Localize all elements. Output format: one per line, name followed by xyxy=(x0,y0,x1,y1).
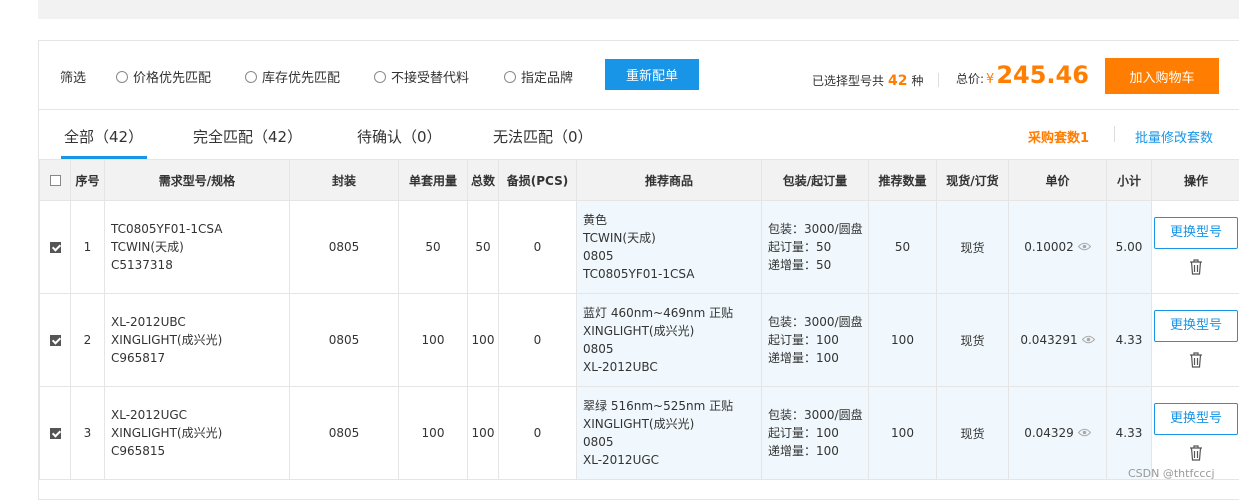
tab-pending[interactable]: 待确认（0） xyxy=(357,126,442,147)
row-spare: 0 xyxy=(499,294,577,387)
col-subtotal: 小计 xyxy=(1107,160,1152,201)
row-per-set: 100 xyxy=(399,294,468,387)
radio-specified-brand[interactable]: 指定品牌 xyxy=(504,67,573,86)
table-header: 序号 需求型号/规格 封装 单套用量 总数 备损(PCS) 推荐商品 包装/起订… xyxy=(40,160,1239,201)
eye-icon[interactable] xyxy=(1078,240,1091,254)
row-product: 黄色TCWIN(天成)0805TC0805YF01-1CSA xyxy=(577,201,762,294)
radio-circle-icon xyxy=(504,71,516,83)
row-price: 0.10002 xyxy=(1009,201,1107,294)
bom-table: 序号 需求型号/规格 封装 单套用量 总数 备损(PCS) 推荐商品 包装/起订… xyxy=(39,159,1239,480)
row-index: 2 xyxy=(71,294,105,387)
row-rec-qty: 100 xyxy=(869,387,937,480)
row-actions: 更换型号 xyxy=(1152,387,1239,480)
row-subtotal: 4.33 xyxy=(1107,294,1152,387)
row-subtotal: 5.00 xyxy=(1107,201,1152,294)
change-model-button[interactable]: 更换型号 xyxy=(1154,403,1238,435)
trash-icon[interactable] xyxy=(1189,445,1203,464)
col-spare: 备损(PCS) xyxy=(499,160,577,201)
row-stock: 现货 xyxy=(937,294,1009,387)
row-packing: 包装：3000/圆盘起订量：50递增量：50 xyxy=(762,201,869,294)
row-price: 0.04329 xyxy=(1009,387,1107,480)
filter-bar: 筛选 价格优先匹配 库存优先匹配 不接受替代料 指定品牌 重新配单 已选择型号共… xyxy=(39,41,1239,110)
row-product: 翠绿 516nm~525nm 正贴XINGLIGHT(成兴光)0805XL-20… xyxy=(577,387,762,480)
row-index: 1 xyxy=(71,201,105,294)
col-total: 总数 xyxy=(468,160,499,201)
radio-circle-icon xyxy=(116,71,128,83)
row-spare: 0 xyxy=(499,201,577,294)
col-package: 封装 xyxy=(290,160,399,201)
rematch-button[interactable]: 重新配单 xyxy=(605,59,699,90)
row-checkbox[interactable] xyxy=(50,428,61,439)
total-price: 总价: ¥ 245.46 xyxy=(956,61,1089,89)
radio-circle-icon xyxy=(374,71,386,83)
filter-label: 筛选 xyxy=(60,67,86,86)
match-tabs: 全部（42） 完全匹配（42） 待确认（0） 无法匹配（0） 采购套数1 批量修… xyxy=(39,109,1239,159)
bom-panel: 筛选 价格优先匹配 库存优先匹配 不接受替代料 指定品牌 重新配单 已选择型号共… xyxy=(38,40,1239,500)
row-checkbox[interactable] xyxy=(50,335,61,346)
row-per-set: 100 xyxy=(399,387,468,480)
divider xyxy=(1114,126,1115,142)
col-stock: 现货/订货 xyxy=(937,160,1009,201)
batch-edit-sets-link[interactable]: 批量修改套数 xyxy=(1135,127,1213,146)
tab-all[interactable]: 全部（42） xyxy=(64,126,143,147)
row-spec: XL-2012UBCXINGLIGHT(成兴光)C965817 xyxy=(105,294,290,387)
row-rec-qty: 100 xyxy=(869,294,937,387)
change-model-button[interactable]: 更换型号 xyxy=(1154,310,1238,342)
divider xyxy=(938,73,939,87)
tab-no-match[interactable]: 无法匹配（0） xyxy=(493,126,593,147)
radio-stock-priority[interactable]: 库存优先匹配 xyxy=(245,67,340,86)
radio-no-substitute[interactable]: 不接受替代料 xyxy=(374,67,469,86)
col-product: 推荐商品 xyxy=(577,160,762,201)
row-packing: 包装：3000/圆盘起订量：100递增量：100 xyxy=(762,294,869,387)
eye-icon[interactable] xyxy=(1078,426,1091,440)
tab-exact-match[interactable]: 完全匹配（42） xyxy=(193,126,302,147)
radio-circle-icon xyxy=(245,71,257,83)
row-total: 50 xyxy=(468,201,499,294)
row-stock: 现货 xyxy=(937,201,1009,294)
trash-icon[interactable] xyxy=(1189,259,1203,278)
col-action: 操作 xyxy=(1152,160,1239,201)
row-total: 100 xyxy=(468,294,499,387)
watermark: CSDN @thtfcccj xyxy=(1128,467,1215,480)
row-price: 0.043291 xyxy=(1009,294,1107,387)
eye-icon[interactable] xyxy=(1082,333,1095,347)
selected-count: 42 xyxy=(888,73,907,89)
row-product: 蓝灯 460nm~469nm 正贴XINGLIGHT(成兴光)0805XL-20… xyxy=(577,294,762,387)
trash-icon[interactable] xyxy=(1189,352,1203,371)
select-all-cell xyxy=(40,160,71,201)
row-actions: 更换型号 xyxy=(1152,201,1239,294)
table-row: 2 XL-2012UBCXINGLIGHT(成兴光)C965817 0805 1… xyxy=(40,294,1239,387)
table-row: 3 XL-2012UGCXINGLIGHT(成兴光)C965815 0805 1… xyxy=(40,387,1239,480)
col-packing: 包装/起订量 xyxy=(762,160,869,201)
row-total: 100 xyxy=(468,387,499,480)
row-packing: 包装：3000/圆盘起订量：100递增量：100 xyxy=(762,387,869,480)
row-package: 0805 xyxy=(290,201,399,294)
col-spec: 需求型号/规格 xyxy=(105,160,290,201)
select-all-checkbox[interactable] xyxy=(50,175,61,186)
col-rec-qty: 推荐数量 xyxy=(869,160,937,201)
col-per-set: 单套用量 xyxy=(399,160,468,201)
col-index: 序号 xyxy=(71,160,105,201)
row-package: 0805 xyxy=(290,294,399,387)
selected-count-info: 已选择型号共42种 xyxy=(812,72,924,89)
row-subtotal: 4.33 xyxy=(1107,387,1152,480)
row-checkbox[interactable] xyxy=(50,242,61,253)
total-amount: 245.46 xyxy=(996,61,1089,89)
row-rec-qty: 50 xyxy=(869,201,937,294)
row-spare: 0 xyxy=(499,387,577,480)
change-model-button[interactable]: 更换型号 xyxy=(1154,217,1238,249)
row-spec: XL-2012UGCXINGLIGHT(成兴光)C965815 xyxy=(105,387,290,480)
radio-price-priority[interactable]: 价格优先匹配 xyxy=(116,67,211,86)
row-package: 0805 xyxy=(290,387,399,480)
table-row: 1 TC0805YF01-1CSATCWIN(天成)C5137318 0805 … xyxy=(40,201,1239,294)
row-stock: 现货 xyxy=(937,387,1009,480)
row-actions: 更换型号 xyxy=(1152,294,1239,387)
row-index: 3 xyxy=(71,387,105,480)
row-spec: TC0805YF01-1CSATCWIN(天成)C5137318 xyxy=(105,201,290,294)
row-per-set: 50 xyxy=(399,201,468,294)
col-price: 单价 xyxy=(1009,160,1107,201)
purchase-sets[interactable]: 采购套数1 xyxy=(1028,127,1089,146)
top-bar xyxy=(38,0,1239,19)
add-to-cart-button[interactable]: 加入购物车 xyxy=(1105,58,1219,94)
